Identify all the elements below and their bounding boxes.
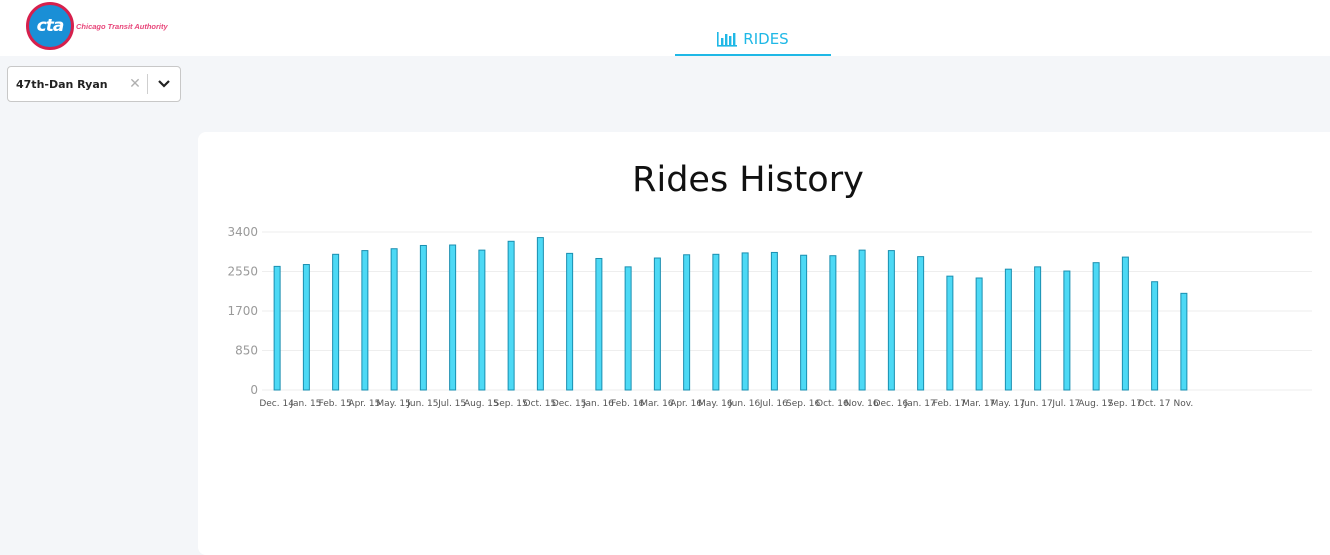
x-tick-label: Mar. 16: [640, 399, 674, 409]
bar: [858, 249, 866, 391]
bar: [683, 254, 691, 391]
bar: [1151, 281, 1159, 391]
x-tick-label: May. 16: [698, 399, 733, 409]
x-tick-label: Dec. 15: [552, 399, 587, 409]
x-tick-label: Jan. 17: [904, 399, 936, 409]
bar: [653, 257, 661, 391]
y-tick-label: 0: [250, 383, 258, 397]
bar: [478, 249, 486, 391]
y-tick-label: 850: [235, 344, 258, 358]
x-tick-label: Jun. 17: [1021, 399, 1053, 409]
y-tick-label: 3400: [227, 225, 258, 239]
bar: [1180, 292, 1188, 391]
bar: [419, 244, 427, 391]
bar: [770, 251, 778, 391]
x-tick-label: Jul. 15: [437, 399, 466, 409]
bar: [887, 250, 895, 391]
bar: [273, 265, 281, 391]
bar: [1063, 270, 1071, 391]
bar: [975, 277, 983, 391]
bar: [741, 252, 749, 391]
x-tick-label: Feb. 15: [319, 399, 352, 409]
bar: [536, 237, 544, 391]
bar: [1121, 256, 1129, 391]
bar: [946, 275, 954, 391]
bar: [1004, 268, 1012, 391]
x-tick-label: Jan. 15: [289, 399, 321, 409]
rides-history-chart: 0850170025503400Dec. 14Jan. 15Feb. 15Apr…: [227, 225, 1312, 409]
bar: [829, 255, 837, 391]
bar: [449, 244, 457, 391]
bar: [390, 248, 398, 391]
bar: [1092, 262, 1100, 391]
x-tick-label: Dec. 14: [259, 399, 294, 409]
bar: [361, 250, 369, 391]
x-tick-label: May. 15: [376, 399, 411, 409]
bar: [302, 264, 310, 391]
x-tick-label: Jul. 17: [1051, 399, 1080, 409]
bar: [332, 253, 340, 391]
y-tick-label: 2550: [227, 265, 258, 279]
x-tick-label: Oct. 17: [1138, 399, 1171, 409]
bar: [595, 257, 603, 391]
x-tick-label: Jun. 15: [406, 399, 438, 409]
bar: [624, 266, 632, 391]
y-tick-label: 1700: [227, 304, 258, 318]
bar: [1034, 266, 1042, 391]
x-tick-label: Jun. 16: [728, 399, 761, 409]
bar: [800, 254, 808, 391]
x-tick-label: May. 17: [991, 399, 1026, 409]
bar: [917, 256, 925, 391]
x-tick-label: Nov.: [1174, 399, 1194, 409]
x-tick-label: Dec. 16: [874, 399, 909, 409]
bar: [566, 252, 574, 391]
x-tick-label: Jul. 16: [759, 399, 788, 409]
x-tick-label: Jan. 16: [582, 399, 614, 409]
bar: [507, 240, 515, 391]
bar: [712, 253, 720, 391]
x-tick-label: Feb. 17: [933, 399, 966, 409]
